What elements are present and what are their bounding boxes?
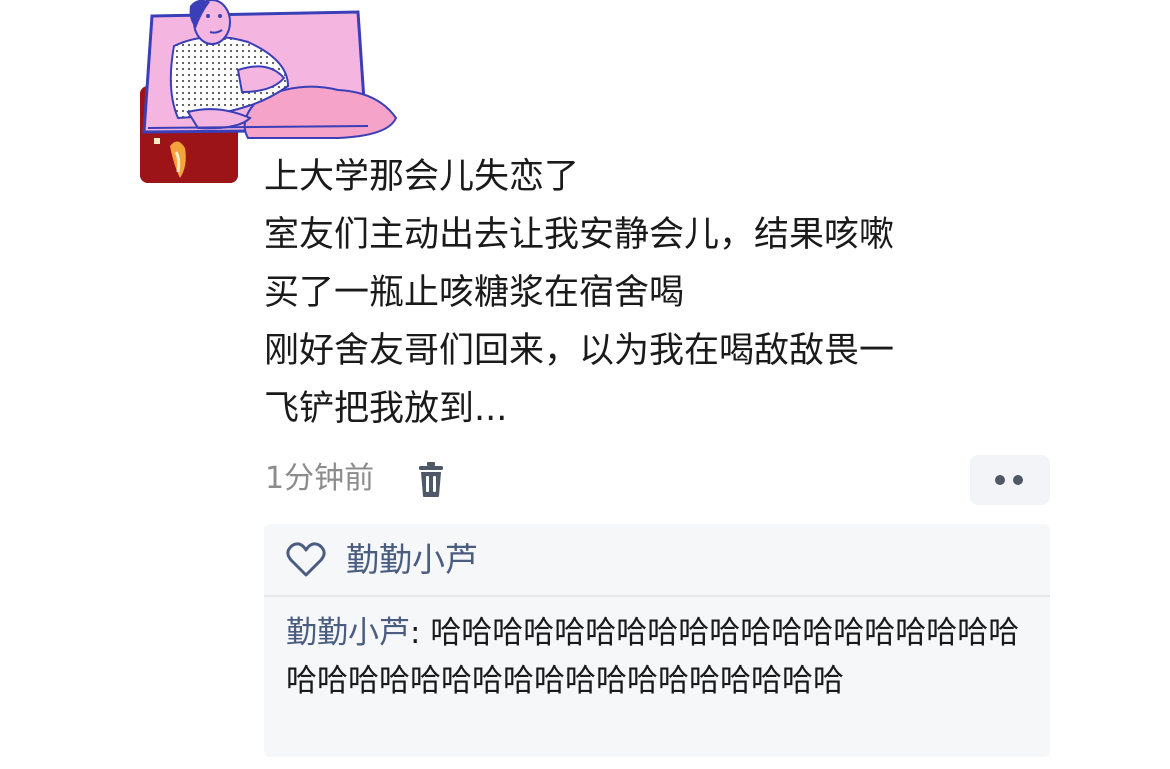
trash-icon (419, 462, 443, 497)
comment-author[interactable]: 勤勤小芦 (286, 615, 410, 651)
liker-name[interactable]: 勤勤小芦 (346, 540, 478, 580)
likes-row: 勤勤小芦 (264, 524, 1050, 597)
comment-separator: : (410, 615, 431, 651)
post-line: 买了一瓶止咳糖浆在宿舍喝 (264, 273, 685, 313)
post-line: 上大学那会儿失恋了 (264, 157, 580, 197)
dot (1013, 475, 1023, 485)
post-content: 上大学那会儿失恋了 室友们主动出去让我安静会儿，结果咳嗽 买了一瓶止咳糖浆在宿舍… (264, 148, 1044, 438)
comment: 勤勤小芦: 哈哈哈哈哈哈哈哈哈哈哈哈哈哈哈哈哈哈哈哈哈哈哈哈哈哈哈哈哈哈哈哈哈哈… (286, 609, 1036, 705)
post-line: 刚好舍友哥们回来，以为我在喝敌敌畏一 (264, 331, 895, 371)
cartoon-avatar-icon (142, 0, 398, 139)
interaction-panel: 勤勤小芦 勤勤小芦: 哈哈哈哈哈哈哈哈哈哈哈哈哈哈哈哈哈哈哈哈哈哈哈哈哈哈哈哈哈… (264, 524, 1050, 757)
post-timestamp: 1分钟前 (265, 461, 375, 496)
post-line: 飞铲把我放到... (264, 389, 508, 429)
dot (995, 475, 1005, 485)
heart-outline-icon[interactable] (286, 542, 326, 578)
more-options-button[interactable] (970, 455, 1050, 505)
post-line: 室友们主动出去让我安静会儿，结果咳嗽 (264, 215, 895, 255)
delete-button[interactable] (414, 462, 448, 498)
